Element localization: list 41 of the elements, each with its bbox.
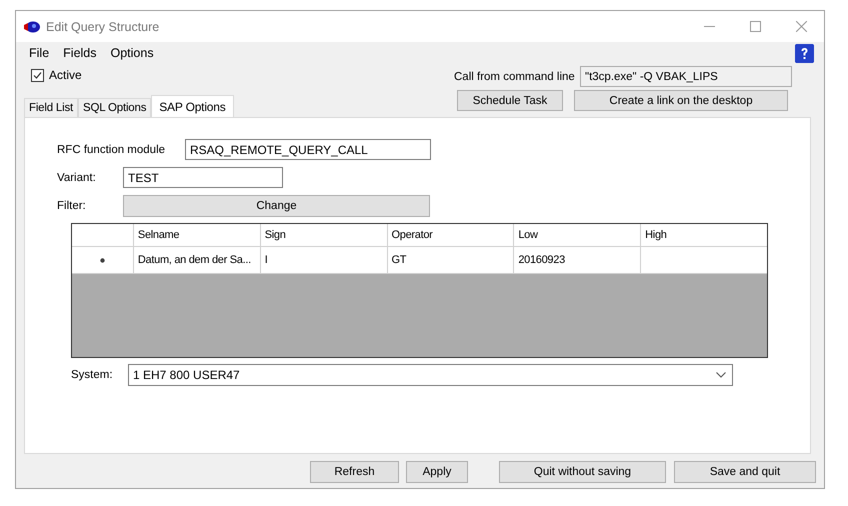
variant-field[interactable]: TEST [123,167,283,188]
help-icon[interactable] [795,44,814,62]
row-marker-icon [100,258,105,262]
quit-button[interactable]: Quit without saving [499,461,666,483]
table-cell: 20160923 [513,247,640,273]
window-title: Edit Query Structure [46,20,160,34]
save-button[interactable]: Save and quit [674,461,816,483]
schedule-button[interactable]: Schedule Task [457,90,563,111]
column-header[interactable]: High [640,224,767,246]
menu-item[interactable]: Fields [63,46,104,60]
table-cell: I [260,247,387,273]
command-line-label: Call from command line [454,70,576,82]
checkbox-label: Active [49,68,82,82]
variant-label: Variant: [57,172,97,184]
tab[interactable]: SQL Options [78,98,152,117]
rfc-label: RFC function module [57,144,166,156]
app-icon [24,20,40,32]
command-line-field[interactable]: "t3cp.exe" -Q VBAK_LIPS [580,66,792,87]
active-checkbox[interactable] [31,68,44,82]
filter-label: Filter: [57,200,87,212]
system-dropdown[interactable]: 1 EH7 800 USER47 [128,364,733,386]
table-cell: Datum, an dem der Sa... [132,247,260,273]
minimize-icon[interactable] [704,26,714,28]
column-header[interactable]: Low [513,224,640,246]
column-header[interactable]: Sign [260,224,387,246]
menu-item[interactable]: Options [110,46,162,60]
check-icon [33,70,42,80]
maximize-icon[interactable] [750,21,760,32]
close-icon[interactable] [796,21,806,32]
rfc-field[interactable]: RSAQ_REMOTE_QUERY_CALL [185,139,431,160]
change-button[interactable]: Change [123,195,430,217]
desktop-link-button[interactable]: Create a link on the desktop [574,90,788,111]
column-header[interactable]: Operator [386,224,514,246]
menu-item[interactable]: File [29,46,58,60]
tab[interactable]: Field List [24,98,78,117]
chevron-down-icon[interactable] [716,372,726,378]
tab[interactable]: SAP Options [151,95,234,117]
table-cell: GT [386,247,514,273]
column-header[interactable]: Selname [132,224,260,246]
refresh-button[interactable]: Refresh [310,461,399,483]
apply-button[interactable]: Apply [406,461,468,483]
